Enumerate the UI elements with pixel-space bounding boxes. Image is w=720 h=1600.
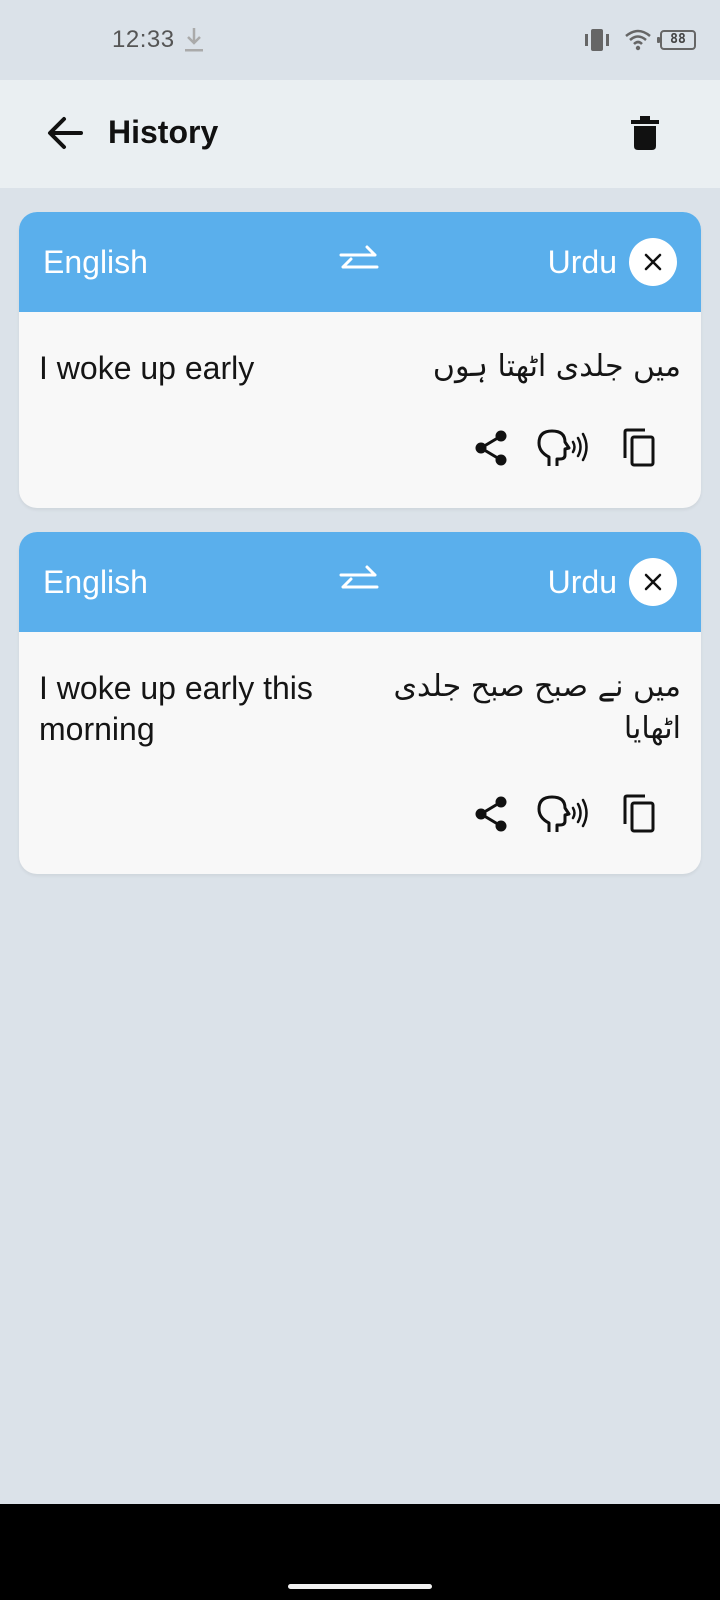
swap-icon xyxy=(339,565,379,589)
system-nav-bar xyxy=(0,1504,720,1600)
card-header: English Urdu xyxy=(19,212,701,312)
wifi-icon xyxy=(625,29,651,51)
swap-icon xyxy=(339,245,379,269)
status-time: 12:33 xyxy=(112,26,175,53)
speak-button[interactable] xyxy=(533,792,597,836)
source-language: English xyxy=(43,244,148,280)
remove-entry-button[interactable] xyxy=(629,238,677,286)
target-language: Urdu xyxy=(547,244,617,280)
copy-icon xyxy=(623,428,655,467)
card-header: English Urdu xyxy=(19,532,701,632)
speak-icon xyxy=(537,795,588,832)
history-card[interactable]: English Urdu I woke up early this mornin… xyxy=(19,532,701,874)
card-actions xyxy=(469,426,681,470)
app-bar: History xyxy=(0,80,720,188)
page-title: History xyxy=(108,114,219,150)
speak-button[interactable] xyxy=(533,426,597,470)
remove-entry-button[interactable] xyxy=(629,558,677,606)
share-button[interactable] xyxy=(469,792,513,836)
download-icon xyxy=(185,28,203,52)
battery-level: 88 xyxy=(670,32,686,47)
share-icon xyxy=(475,796,507,832)
history-card[interactable]: English Urdu I woke up early میں جلدی اٹ… xyxy=(19,212,701,508)
close-icon xyxy=(644,253,662,271)
translated-text: میں نے صبح صبح جلدی اٹھایا xyxy=(393,669,681,746)
copy-icon xyxy=(623,794,655,833)
home-indicator[interactable] xyxy=(288,1584,432,1589)
target-language: Urdu xyxy=(547,564,617,600)
translated-text: میں جلدی اٹھتا ہوں xyxy=(432,349,681,384)
source-text: I woke up early xyxy=(39,350,255,386)
share-icon xyxy=(475,430,507,466)
back-button[interactable] xyxy=(40,108,90,158)
vibrate-icon xyxy=(585,29,609,51)
source-text: I woke up early this morning xyxy=(39,670,313,747)
battery-icon: 88 xyxy=(657,30,696,50)
status-bar: 12:33 88 xyxy=(0,0,720,80)
copy-button[interactable] xyxy=(617,426,661,470)
trash-icon xyxy=(631,116,659,150)
card-actions xyxy=(469,792,681,836)
arrow-back-icon xyxy=(48,117,83,149)
source-language: English xyxy=(43,564,148,600)
speak-icon xyxy=(537,429,588,466)
close-icon xyxy=(644,573,662,591)
copy-button[interactable] xyxy=(617,792,661,836)
delete-all-button[interactable] xyxy=(620,108,670,158)
share-button[interactable] xyxy=(469,426,513,470)
